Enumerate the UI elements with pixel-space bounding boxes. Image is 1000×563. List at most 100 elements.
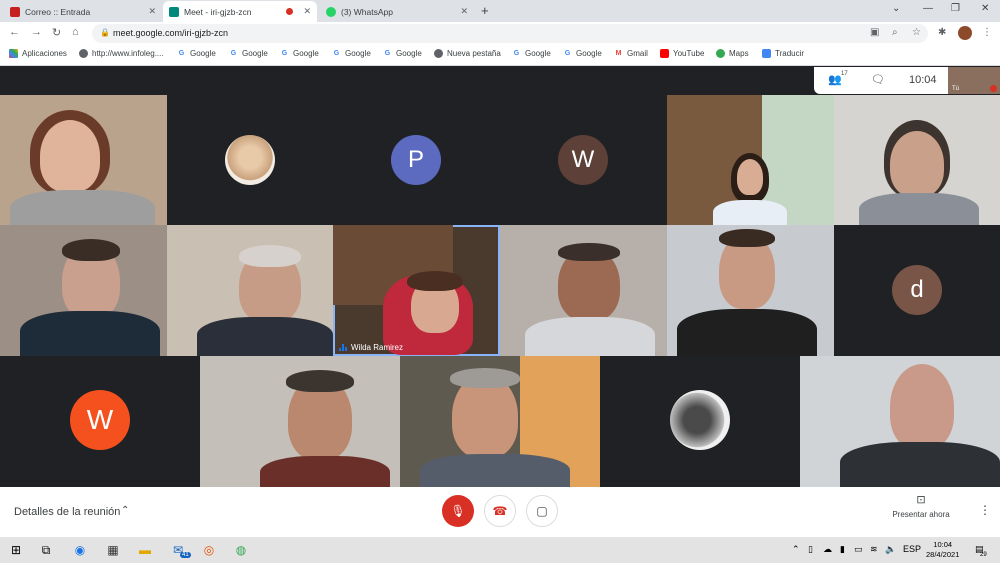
bookmark-apps[interactable]: Aplicaciones xyxy=(9,49,67,58)
back-icon[interactable]: ← xyxy=(9,26,20,38)
toggle-mic-button[interactable]: 🎙 xyxy=(442,495,474,527)
participant-video-tile[interactable] xyxy=(167,225,333,356)
bookmark-nueva-pestana[interactable]: Nueva pestaña xyxy=(434,49,501,58)
close-tab-icon[interactable]: ✕ xyxy=(303,6,311,17)
firefox-icon[interactable]: ◎ xyxy=(201,542,217,558)
participant-video-tile[interactable] xyxy=(667,95,834,225)
bookmark-google[interactable]: G Google xyxy=(280,49,319,58)
lock-icon: 🔒 xyxy=(100,28,110,37)
battery-icon[interactable]: ▭ xyxy=(854,544,863,555)
chevron-up-icon[interactable]: ⌃ xyxy=(121,505,129,516)
participant-video-tile[interactable] xyxy=(200,356,400,487)
tab-whatsapp[interactable]: (3) WhatsApp ✕ xyxy=(320,1,474,22)
bookmark-label: Google xyxy=(293,49,319,58)
extensions-icon[interactable]: ✱ xyxy=(938,27,946,38)
reload-icon[interactable]: ↻ xyxy=(52,26,61,39)
more-options-icon[interactable]: ⋮ xyxy=(979,503,991,517)
bookmark-infoleg[interactable]: http://www.infoleg.... xyxy=(79,49,164,58)
camera-icon[interactable]: ▣ xyxy=(870,27,879,38)
participant-video-tile[interactable] xyxy=(400,356,600,487)
bookmark-star-icon[interactable]: ☆ xyxy=(912,27,921,38)
present-now-button[interactable]: ⊡ Presentar ahora xyxy=(880,493,962,519)
bookmark-traducir[interactable]: Traducir xyxy=(762,49,804,58)
participant-avatar-tile[interactable]: W xyxy=(500,95,667,225)
cloud-icon[interactable]: ☁ xyxy=(823,544,832,555)
close-tab-icon[interactable]: ✕ xyxy=(148,6,156,17)
bookmark-label: Google xyxy=(576,49,602,58)
minimize-button[interactable]: — xyxy=(923,3,933,14)
participant-video-tile[interactable] xyxy=(0,95,167,225)
bookmark-youtube[interactable]: YouTube xyxy=(660,49,704,58)
participant-face xyxy=(737,159,763,195)
youtube-icon xyxy=(660,49,669,58)
forward-icon[interactable]: → xyxy=(31,26,42,38)
participant-video-tile-speaking[interactable]: Wilda Ramirez xyxy=(333,225,500,356)
tab-correo[interactable]: Correo :: Entrada ✕ xyxy=(4,1,162,22)
google-icon: G xyxy=(178,50,185,57)
bookmark-gmail[interactable]: M Gmail xyxy=(614,49,648,58)
store-icon[interactable]: ▦ xyxy=(105,542,121,558)
system-clock[interactable]: 10:04 28/4/2021 xyxy=(926,540,959,560)
bookmark-google[interactable]: G Google xyxy=(177,49,216,58)
people-icon[interactable]: 👥 xyxy=(828,73,842,86)
file-explorer-icon[interactable]: ▬ xyxy=(137,542,153,558)
participant-avatar-tile[interactable] xyxy=(600,356,800,487)
self-view-tile[interactable]: Tú xyxy=(948,67,1000,94)
participant-video-tile[interactable] xyxy=(500,225,667,356)
bookmark-google[interactable]: G Google xyxy=(563,49,602,58)
task-view-icon[interactable]: ⧉ xyxy=(38,542,54,558)
participant-video-tile[interactable] xyxy=(667,225,834,356)
menu-icon[interactable]: ⋮ xyxy=(982,27,992,38)
participant-avatar-tile[interactable]: d xyxy=(834,225,1000,356)
participant-video-tile[interactable] xyxy=(834,95,1000,225)
participant-avatar-tile[interactable] xyxy=(167,95,333,225)
meet-grid: 👥 17 🗨 10:04 Tú P W Wilda Ramirez d W xyxy=(0,66,1000,487)
profile-avatar[interactable] xyxy=(958,26,972,40)
gmail-icon: M xyxy=(615,50,622,57)
edge-icon[interactable]: ◉ xyxy=(72,542,88,558)
address-bar[interactable]: 🔒 meet.google.com/iri-gjzb-zcn ▣ ⌕ ☆ xyxy=(92,24,928,43)
wifi-icon[interactable]: ≋ xyxy=(870,544,878,555)
bookmark-google[interactable]: G Google xyxy=(229,49,268,58)
participant-video-tile[interactable] xyxy=(800,356,1000,487)
maximize-button[interactable]: ❐ xyxy=(951,3,960,14)
microphone-icon[interactable]: ▮ xyxy=(840,544,845,555)
camera-icon: ▢ xyxy=(536,504,548,518)
bookmark-google[interactable]: G Google xyxy=(383,49,422,58)
bookmark-label: Maps xyxy=(729,49,749,58)
avatar-letter-d: d xyxy=(892,265,942,315)
hang-up-icon: ☎ xyxy=(492,504,508,518)
participant-avatar-tile[interactable]: W xyxy=(0,356,200,487)
chat-icon[interactable]: 🗨 xyxy=(871,73,885,86)
windows-start-icon[interactable]: ⊞ xyxy=(8,542,24,558)
bookmark-google[interactable]: G Google xyxy=(512,49,551,58)
meet-controls-bar: Detalles de la reunión ⌃ 🎙 ☎ ▢ ⊡ Present… xyxy=(0,487,1000,537)
volume-icon[interactable]: 🔈 xyxy=(885,544,896,555)
chrome-icon[interactable]: ◍ xyxy=(233,542,249,558)
recording-icon xyxy=(286,8,294,15)
participant-avatar-image xyxy=(225,135,275,185)
chevron-up-icon[interactable]: ⌃ xyxy=(792,544,800,555)
new-tab-button[interactable]: + xyxy=(481,3,489,18)
home-icon[interactable]: ⌂ xyxy=(72,26,79,38)
phone-icon[interactable]: ▯ xyxy=(808,544,813,555)
meeting-details-button[interactable]: Detalles de la reunión xyxy=(14,506,120,518)
participant-body xyxy=(420,454,570,487)
participant-avatar-tile[interactable]: P xyxy=(333,95,500,225)
tab-meet[interactable]: Meet - iri-gjzb-zcn ✕ xyxy=(163,1,317,22)
bookmark-label: Google xyxy=(242,49,268,58)
tab-search-icon[interactable]: ⌄ xyxy=(892,3,900,14)
globe-icon xyxy=(434,49,443,58)
bookmark-google[interactable]: G Google xyxy=(332,49,371,58)
language-indicator[interactable]: ESP xyxy=(903,544,921,554)
participant-body xyxy=(260,456,390,487)
bookmark-maps[interactable]: Maps xyxy=(716,49,749,58)
close-window-button[interactable]: ✕ xyxy=(981,3,989,14)
participant-video-tile[interactable] xyxy=(0,225,167,356)
zoom-icon[interactable]: ⌕ xyxy=(892,27,898,38)
notification-count: 29 xyxy=(980,552,987,558)
toggle-camera-button[interactable]: ▢ xyxy=(526,495,558,527)
close-tab-icon[interactable]: ✕ xyxy=(460,6,468,17)
participant-body xyxy=(713,200,787,225)
leave-call-button[interactable]: ☎ xyxy=(484,495,516,527)
